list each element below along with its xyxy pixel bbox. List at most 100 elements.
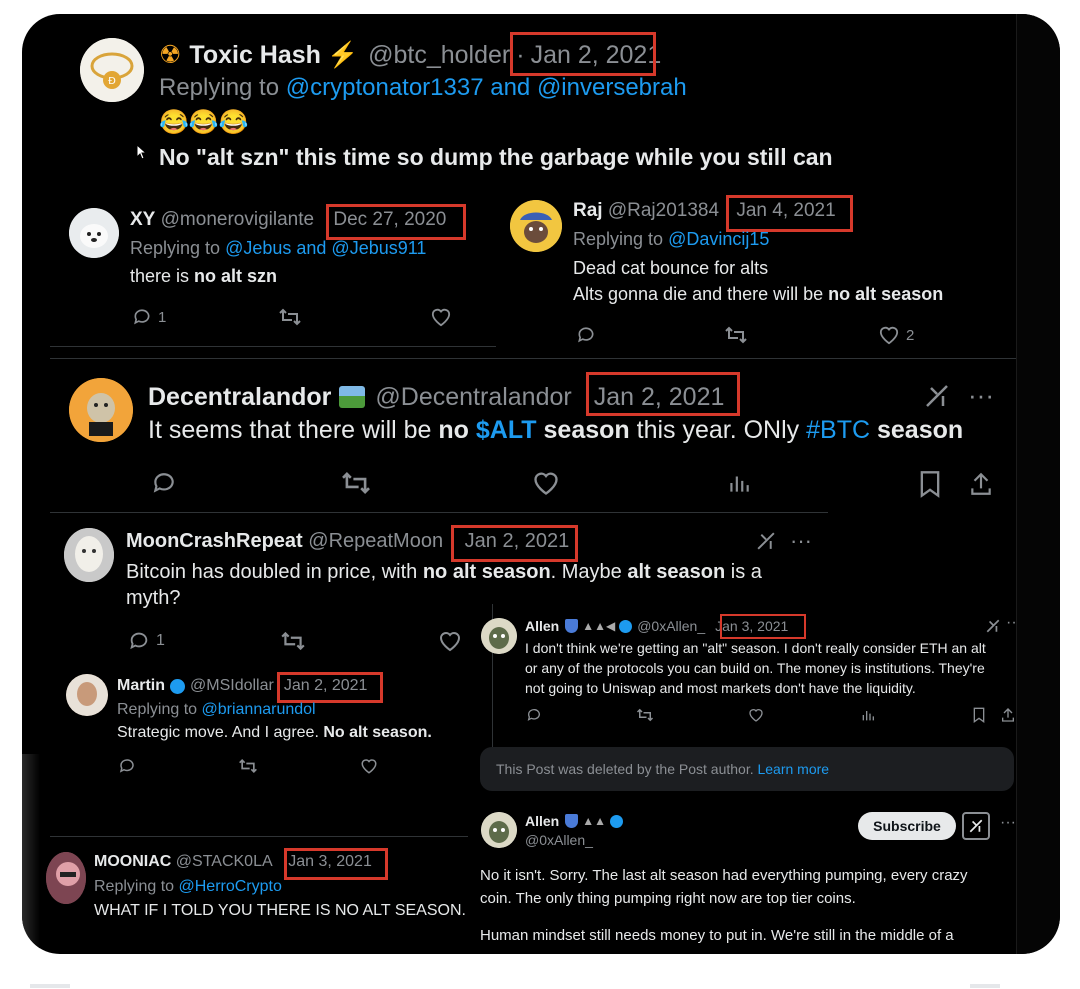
like-button[interactable] xyxy=(748,707,764,728)
like-button[interactable] xyxy=(438,630,462,657)
heart-icon xyxy=(534,472,558,495)
cashtag-link[interactable]: $ALT xyxy=(476,416,537,444)
heart-icon xyxy=(439,632,461,652)
replying-to-line: Replying to @briannarundol xyxy=(117,701,316,719)
repost-button[interactable] xyxy=(280,630,306,657)
like-button[interactable] xyxy=(430,307,452,332)
author-handle[interactable]: @STACK0LA xyxy=(176,853,272,870)
tweet-text: No it isn't. Sorry. The last alt season … xyxy=(480,864,968,947)
like-button[interactable]: 2 xyxy=(878,325,914,345)
grok-icon[interactable] xyxy=(755,530,777,557)
author-name[interactable]: Allen xyxy=(525,813,559,829)
verified-badge-icon xyxy=(610,814,623,828)
text-part-bold: alt season xyxy=(627,561,726,583)
share-button[interactable] xyxy=(1000,707,1016,728)
more-options-icon[interactable]: ··· xyxy=(790,528,812,554)
bookmark-button[interactable] xyxy=(972,707,986,728)
avatar-allen[interactable] xyxy=(481,812,517,848)
replying-label: Replying to xyxy=(159,74,280,101)
text-part-bold: no alt szn xyxy=(194,266,278,286)
more-options-icon[interactable]: ··· xyxy=(968,380,994,411)
views-button[interactable] xyxy=(726,470,752,501)
bar-chart-icon xyxy=(862,711,874,721)
avatar-raj[interactable] xyxy=(510,200,562,252)
tweet-text: I don't think we're getting an "alt" sea… xyxy=(525,638,986,698)
reply-icon xyxy=(119,759,134,773)
reply-button[interactable] xyxy=(576,325,596,350)
author-name[interactable]: XY xyxy=(130,209,155,230)
author-name[interactable]: Decentralandor xyxy=(148,383,331,412)
text-part: Alts gonna die and there will be xyxy=(573,284,829,304)
dog-icon xyxy=(69,208,119,258)
avatar-mooncrashrepeat[interactable] xyxy=(64,528,114,582)
repost-icon xyxy=(636,708,654,722)
date-highlight-box xyxy=(277,672,383,703)
face-icon xyxy=(64,528,114,582)
date-highlight-box xyxy=(284,848,388,880)
share-button[interactable] xyxy=(968,470,994,503)
reply-mentions[interactable]: @HerroCrypto xyxy=(179,878,282,895)
grok-icon[interactable] xyxy=(962,812,990,840)
reply-mentions[interactable]: @Davincij15 xyxy=(668,229,769,249)
repost-button[interactable] xyxy=(340,470,372,501)
text-part: Bitcoin has doubled in price, with xyxy=(126,561,423,583)
cursor-icon xyxy=(136,143,148,165)
reply-mentions[interactable]: @cryptonator1337 and @inversebrah xyxy=(286,74,687,101)
repost-icon xyxy=(239,758,257,774)
avatar-toxic-hash[interactable]: Ð xyxy=(80,38,144,102)
repost-button[interactable] xyxy=(278,307,302,332)
hashtag-link[interactable]: #BTC xyxy=(806,416,870,444)
repost-button[interactable] xyxy=(724,325,748,350)
reply-mentions[interactable]: @briannarundol xyxy=(202,701,316,718)
avatar-allen[interactable] xyxy=(481,618,517,654)
gold-ring-icon: Ð xyxy=(80,38,144,102)
date-highlight-box xyxy=(586,372,740,416)
grok-icon[interactable] xyxy=(923,382,951,415)
avatar-xy[interactable] xyxy=(69,208,119,258)
reply-button[interactable] xyxy=(118,757,136,780)
bookmark-icon xyxy=(920,471,940,498)
author-name[interactable]: MoonCrashRepeat xyxy=(126,530,303,552)
author-name[interactable]: Martin xyxy=(117,677,165,695)
repost-icon xyxy=(281,631,305,651)
avatar-mooniac[interactable] xyxy=(46,852,86,904)
author-handle[interactable]: @0xAllen_ xyxy=(525,832,593,848)
date-highlight-box xyxy=(451,525,578,562)
author-name[interactable]: Toxic Hash xyxy=(189,41,321,70)
author-handle[interactable]: @RepeatMoon xyxy=(308,530,443,552)
like-count: 2 xyxy=(906,326,915,344)
screenshot-card: Ð ☢ Toxic Hash ⚡ @btc_holder · Jan 2, 20… xyxy=(22,14,1060,954)
reply-icon xyxy=(153,473,174,493)
deleted-post-notice: This Post was deleted by the Post author… xyxy=(480,747,1014,791)
author-name[interactable]: MOONIAC xyxy=(94,853,171,870)
author-handle[interactable]: @btc_holder xyxy=(368,41,510,70)
author-handle[interactable]: @Decentralandor xyxy=(375,383,571,412)
grok-icon[interactable] xyxy=(985,618,1001,639)
author-name[interactable]: Allen xyxy=(525,618,559,634)
learn-more-link[interactable]: Learn more xyxy=(757,761,829,777)
views-button[interactable] xyxy=(860,707,876,728)
like-button[interactable] xyxy=(532,470,560,501)
reply-button[interactable] xyxy=(150,470,178,501)
date-highlight-box xyxy=(510,32,656,76)
bar-chart-icon xyxy=(730,476,749,492)
avatar-martin[interactable] xyxy=(66,674,108,716)
tweet-text: Strategic move. And I agree. No alt seas… xyxy=(117,724,432,742)
like-button[interactable] xyxy=(360,757,378,780)
repost-button[interactable] xyxy=(238,757,258,780)
author-handle[interactable]: @MSIdollar xyxy=(190,677,274,695)
author-handle[interactable]: @monerovigilante xyxy=(161,209,314,230)
author-name[interactable]: Raj xyxy=(573,200,603,221)
more-options-icon[interactable]: ··· xyxy=(1000,814,1016,832)
author-handle[interactable]: @0xAllen_ xyxy=(637,618,705,634)
reply-mentions[interactable]: @Jebus and @Jebus911 xyxy=(225,238,426,258)
reply-button[interactable] xyxy=(526,707,542,728)
replying-label: Replying to xyxy=(94,878,175,895)
bookmark-button[interactable] xyxy=(918,470,942,503)
subscribe-button[interactable]: Subscribe xyxy=(858,812,956,840)
reply-button[interactable]: 1 xyxy=(128,630,165,652)
author-handle[interactable]: @Raj201384 xyxy=(608,200,719,221)
reply-button[interactable]: 1 xyxy=(132,307,166,327)
repost-button[interactable] xyxy=(636,707,654,728)
avatar-decentralandor[interactable] xyxy=(69,378,133,442)
